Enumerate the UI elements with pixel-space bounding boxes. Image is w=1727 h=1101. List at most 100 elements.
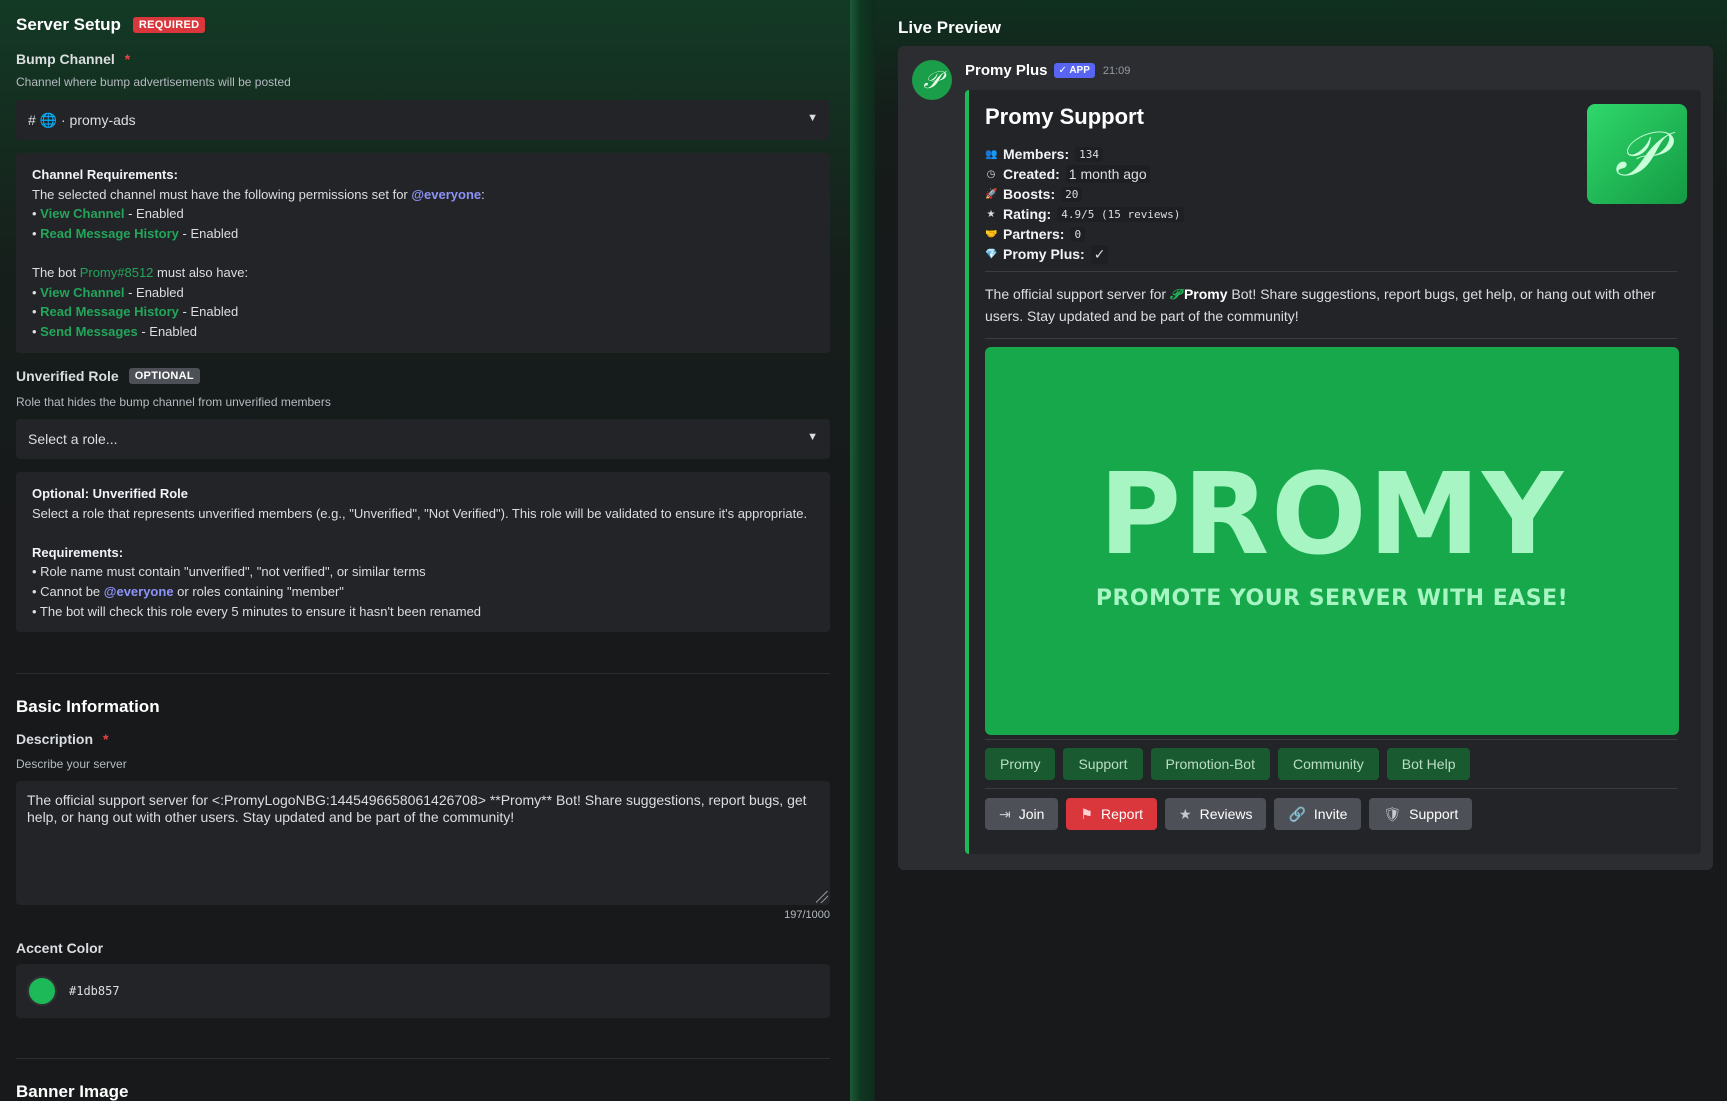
bot-username[interactable]: Promy Plus <box>965 62 1048 79</box>
gem-icon: 💎 <box>985 248 998 260</box>
promy-logo-icon: 𝒫 <box>1169 287 1181 303</box>
character-counter: 197/1000 <box>784 909 830 921</box>
invite-button[interactable]: 🔗 Invite <box>1274 798 1362 830</box>
button-label: Support <box>1409 806 1459 822</box>
bullet: • <box>32 284 41 300</box>
stat-row: 👥 Members: 134 <box>985 144 1184 164</box>
requirement-item: • The bot will check this role every 5 m… <box>32 603 482 619</box>
embed-divider <box>985 271 1677 272</box>
perm-row: • Read Message History - Enabled <box>32 302 814 322</box>
stat-value: 134 <box>1075 146 1104 162</box>
perm-status: - Enabled <box>178 304 239 320</box>
everyone-mention[interactable]: @everyone <box>104 584 174 599</box>
bullet: • <box>32 304 41 320</box>
resize-handle-icon[interactable] <box>816 891 828 903</box>
perm-row: • Read Message History - Enabled <box>32 224 814 244</box>
accent-color-value[interactable]: #1db857 <box>69 984 120 998</box>
server-setup-title: Server Setup <box>16 15 121 34</box>
shield-icon: 🛡 <box>1383 805 1402 822</box>
perm-status: - Enabled <box>124 206 184 222</box>
req2-post: or roles containing "member" <box>173 583 344 599</box>
colon-text: : <box>481 186 485 202</box>
stat-value: 1 month ago <box>1065 165 1150 183</box>
role-placeholder: Select a role... <box>28 431 118 447</box>
stat-label: Created: <box>1003 166 1060 182</box>
description-value: The official support server for <:PromyL… <box>27 792 807 825</box>
reviews-button[interactable]: ★ Reviews <box>1165 798 1267 830</box>
join-button[interactable]: ⇥ Join <box>985 798 1059 830</box>
requirement-item: • Cannot be @everyone or roles containin… <box>32 582 814 602</box>
clock-icon: ◷ <box>986 168 996 180</box>
description-label-text: Description <box>16 731 94 747</box>
optional-badge: OPTIONAL <box>128 368 200 384</box>
requirements-title: Requirements: <box>32 544 124 560</box>
embed-title: Promy Support <box>985 104 1144 129</box>
banner-tagline: PROMOTE YOUR SERVER WITH EASE! <box>1095 586 1569 611</box>
intro-text: The selected channel must have the follo… <box>32 186 412 202</box>
bot-avatar[interactable]: 𝒫 <box>912 60 952 100</box>
star-icon: ★ <box>986 208 996 220</box>
required-asterisk: * <box>103 731 109 747</box>
settings-panel: Server Setup REQUIRED Bump Channel * Cha… <box>0 0 850 1101</box>
users-icon: 👥 <box>985 148 998 160</box>
stat-value: 4.9/5 (15 reviews) <box>1057 206 1185 222</box>
tag-button[interactable]: Bot Help <box>1386 748 1471 780</box>
description-textarea[interactable]: The official support server for <:PromyL… <box>16 781 830 905</box>
chevron-down-icon: ▼ <box>807 431 818 443</box>
embed: Promy Support 𝒫 👥 Members: 134 ◷ Created: 1 m… <box>965 90 1701 854</box>
embed-banner-image: PROMY PROMOTE YOUR SERVER WITH EASE! <box>985 347 1679 735</box>
bot-name: Promy#8512 <box>79 264 154 280</box>
bot-intro-text: The bot <box>32 264 80 280</box>
handshake-icon: 🤝 <box>985 228 998 240</box>
bump-channel-select[interactable]: # 🌐 · promy-ads ▼ <box>16 100 830 140</box>
stat-label: Rating: <box>1003 206 1052 222</box>
report-button[interactable]: ⚑ Report <box>1066 798 1158 830</box>
stat-row: ★ Rating: 4.9/5 (15 reviews) <box>985 204 1185 224</box>
bump-channel-label: Bump Channel * <box>16 51 130 67</box>
flag-icon: ⚑ <box>1080 805 1093 822</box>
perm-read-history: Read Message History <box>40 225 179 241</box>
perm-view-channel: View Channel <box>40 206 125 222</box>
unverified-role-hint: Role that hides the bump channel from un… <box>16 395 331 409</box>
perm-send-messages: Send Messages <box>40 323 138 339</box>
bullet: • <box>32 206 41 222</box>
unverified-role-label-text: Unverified Role <box>16 368 119 384</box>
stat-value: 0 <box>1070 226 1086 242</box>
channel-requirements-intro: The selected channel must have the follo… <box>32 185 814 205</box>
stat-row: 🤝 Partners: 0 <box>985 224 1184 244</box>
tag-button[interactable]: Promy <box>985 748 1056 780</box>
optional-role-text: Select a role that represents unverified… <box>32 505 808 521</box>
requirement-item: • Role name must contain "unverified", "… <box>32 564 426 580</box>
rocket-icon: 🚀 <box>985 188 998 200</box>
tag-button[interactable]: Community <box>1277 748 1379 780</box>
color-swatch[interactable] <box>27 976 57 1006</box>
perm-status: - Enabled <box>124 284 184 300</box>
accent-color-picker[interactable]: #1db857 <box>16 964 830 1018</box>
desc-bold: Promy <box>1183 286 1228 302</box>
embed-thumbnail: 𝒫 <box>1587 104 1687 204</box>
channel-requirements-box: Channel Requirements: The selected chann… <box>16 153 830 353</box>
tag-button[interactable]: Promotion-Bot <box>1150 748 1270 780</box>
perm-view-channel: View Channel <box>40 284 125 300</box>
tag-button[interactable]: Support <box>1063 748 1143 780</box>
banner-headline: PROMY <box>1098 450 1566 580</box>
description-label: Description * <box>16 731 108 747</box>
everyone-mention[interactable]: @everyone <box>411 187 481 202</box>
perm-status: - Enabled <box>178 225 239 241</box>
star-icon: ★ <box>1179 805 1192 822</box>
bullet: • <box>32 323 41 339</box>
bump-channel-hint: Channel where bump advertisements will b… <box>16 75 291 89</box>
message-timestamp: 21:09 <box>1102 64 1131 77</box>
button-label: Join <box>1018 806 1045 822</box>
unverified-role-select[interactable]: Select a role... ▼ <box>16 419 830 459</box>
message-card: 𝒫 Promy Plus ✓ APP 21:09 Promy Support 𝒫… <box>898 46 1713 870</box>
required-badge: REQUIRED <box>132 17 206 33</box>
stat-label: Promy Plus: <box>1003 246 1085 262</box>
stat-row: 🚀 Boosts: 20 <box>985 184 1184 204</box>
embed-divider <box>985 788 1677 789</box>
chevron-down-icon: ▼ <box>807 112 818 124</box>
support-button[interactable]: 🛡 Support <box>1369 798 1473 830</box>
stat-label: Partners: <box>1003 226 1065 242</box>
channel-requirements-title: Channel Requirements: <box>32 167 178 182</box>
perm-row: • View Channel - Enabled <box>32 204 814 224</box>
